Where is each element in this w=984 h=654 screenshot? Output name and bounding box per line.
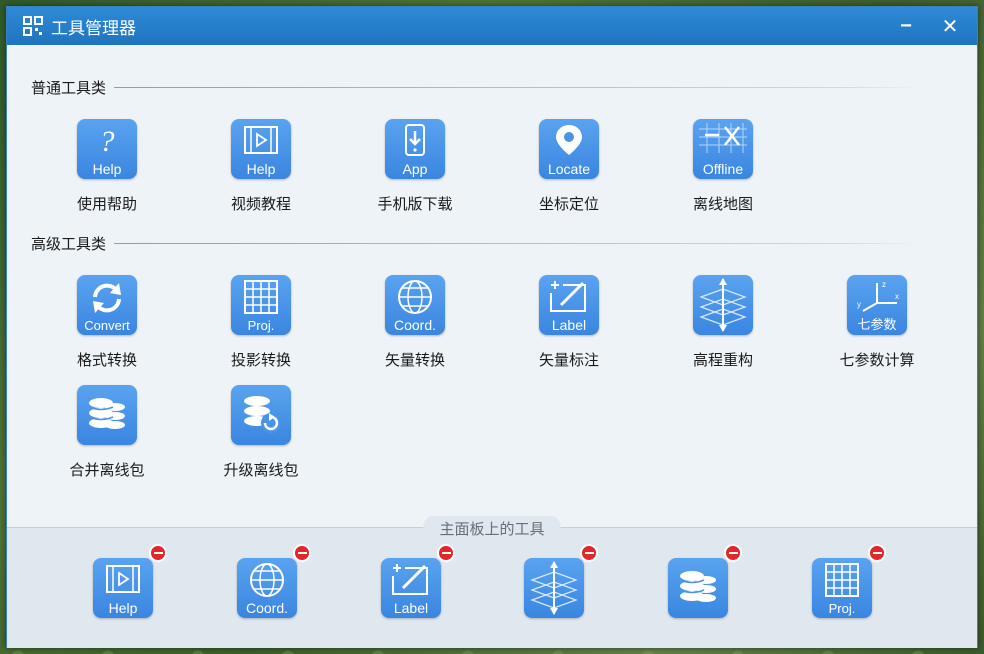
tool-offline-map[interactable]: Offline 离线地图 bbox=[663, 119, 783, 214]
remove-badge-icon[interactable] bbox=[437, 544, 455, 562]
tool-help[interactable]: ? Help 使用帮助 bbox=[47, 119, 167, 214]
window-title: 工具管理器 bbox=[51, 18, 136, 38]
section-header-basic: 普通工具类 bbox=[31, 77, 921, 97]
close-button[interactable]: ✕ bbox=[937, 13, 963, 39]
titlebar: 工具管理器 − ✕ bbox=[7, 7, 977, 45]
svg-text:z: z bbox=[882, 280, 886, 289]
tool-app-download[interactable]: App 手机版下载 bbox=[355, 119, 475, 214]
pinned-tool-vector-convert[interactable]: Coord. bbox=[237, 544, 311, 618]
section-divider bbox=[114, 86, 921, 88]
tool-merge-offline-package[interactable]: 合并离线包 bbox=[47, 385, 167, 480]
tool-upgrade-offline-package[interactable]: 升级离线包 bbox=[201, 385, 321, 480]
remove-badge-icon[interactable] bbox=[149, 544, 167, 562]
tool-seven-param-calc[interactable]: z x y 七参数 七参数计算 bbox=[817, 275, 937, 370]
elevation-layers-icon bbox=[693, 275, 753, 335]
pinned-tool-video-tutorial[interactable]: Help bbox=[93, 544, 167, 618]
globe-icon: Coord. bbox=[237, 558, 297, 618]
section-title: 高级工具类 bbox=[31, 235, 107, 253]
tool-format-convert[interactable]: Convert 格式转换 bbox=[47, 275, 167, 370]
main-panel-tools: 主面板上的工具 Help Coord. Label Proj. bbox=[7, 516, 977, 648]
svg-text:x: x bbox=[895, 292, 899, 301]
axes-icon: z x y 七参数 bbox=[847, 275, 907, 335]
video-icon: Help bbox=[93, 558, 153, 618]
remove-badge-icon[interactable] bbox=[868, 544, 886, 562]
label-edit-icon: Label bbox=[539, 275, 599, 335]
remove-badge-icon[interactable] bbox=[724, 544, 742, 562]
qr-grid-icon bbox=[23, 16, 43, 36]
tool-vector-label[interactable]: Label 矢量标注 bbox=[509, 275, 629, 370]
offline-map-icon: Offline bbox=[693, 119, 753, 179]
elevation-layers-icon bbox=[524, 558, 584, 618]
projection-grid-icon: Proj. bbox=[812, 558, 872, 618]
minimize-button[interactable]: − bbox=[893, 13, 919, 39]
svg-text:y: y bbox=[857, 300, 861, 309]
tool-projection-convert[interactable]: Proj. 投影转换 bbox=[201, 275, 321, 370]
pinned-tool-elevation-rebuild[interactable] bbox=[524, 544, 598, 618]
database-icon bbox=[77, 385, 137, 445]
section-title: 普通工具类 bbox=[31, 79, 107, 97]
location-pin-icon: Locate bbox=[539, 119, 599, 179]
remove-badge-icon[interactable] bbox=[580, 544, 598, 562]
database-refresh-icon bbox=[231, 385, 291, 445]
convert-icon: Convert bbox=[77, 275, 137, 335]
tool-vector-convert[interactable]: Coord. 矢量转换 bbox=[355, 275, 475, 370]
pinned-tool-merge-offline-package[interactable] bbox=[668, 544, 742, 618]
remove-badge-icon[interactable] bbox=[293, 544, 311, 562]
panel-title: 主面板上的工具 bbox=[423, 516, 561, 541]
tool-coordinate-locate[interactable]: Locate 坐标定位 bbox=[509, 119, 629, 214]
phone-download-icon: App bbox=[385, 119, 445, 179]
help-icon: ? Help bbox=[77, 119, 137, 179]
tool-manager-window: 工具管理器 − ✕ 普通工具类 ? Help 使用帮助 Help 视频教程 Ap… bbox=[6, 6, 978, 648]
section-header-advanced: 高级工具类 bbox=[31, 233, 921, 253]
pinned-tool-projection-convert[interactable]: Proj. bbox=[812, 544, 886, 618]
label-edit-icon: Label bbox=[381, 558, 441, 618]
pinned-tool-vector-label[interactable]: Label bbox=[381, 544, 455, 618]
video-icon: Help bbox=[231, 119, 291, 179]
database-icon bbox=[668, 558, 728, 618]
globe-icon: Coord. bbox=[385, 275, 445, 335]
section-divider bbox=[114, 242, 921, 244]
tool-elevation-rebuild[interactable]: 高程重构 bbox=[663, 275, 783, 370]
svg-text:?: ? bbox=[100, 125, 115, 158]
tool-video-tutorial[interactable]: Help 视频教程 bbox=[201, 119, 321, 214]
projection-grid-icon: Proj. bbox=[231, 275, 291, 335]
